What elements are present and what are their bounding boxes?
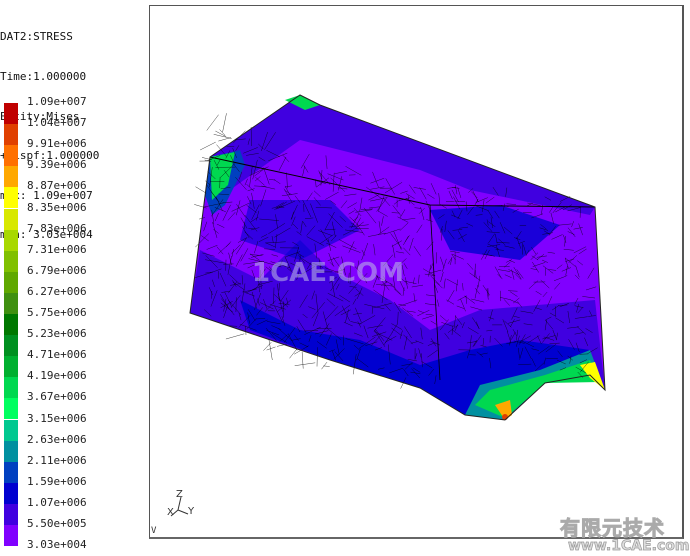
- axis-x-label: X: [167, 507, 174, 518]
- center-watermark: 1CAE.COM: [252, 258, 404, 288]
- axis-y-label: Y: [187, 506, 195, 517]
- axis-z-label: Z: [176, 489, 183, 500]
- watermark-url: www.1CAE.com: [568, 538, 690, 555]
- watermark-title: 有限元技术: [560, 516, 665, 541]
- max-stress-spot: [502, 414, 508, 420]
- view-label: V: [151, 526, 157, 536]
